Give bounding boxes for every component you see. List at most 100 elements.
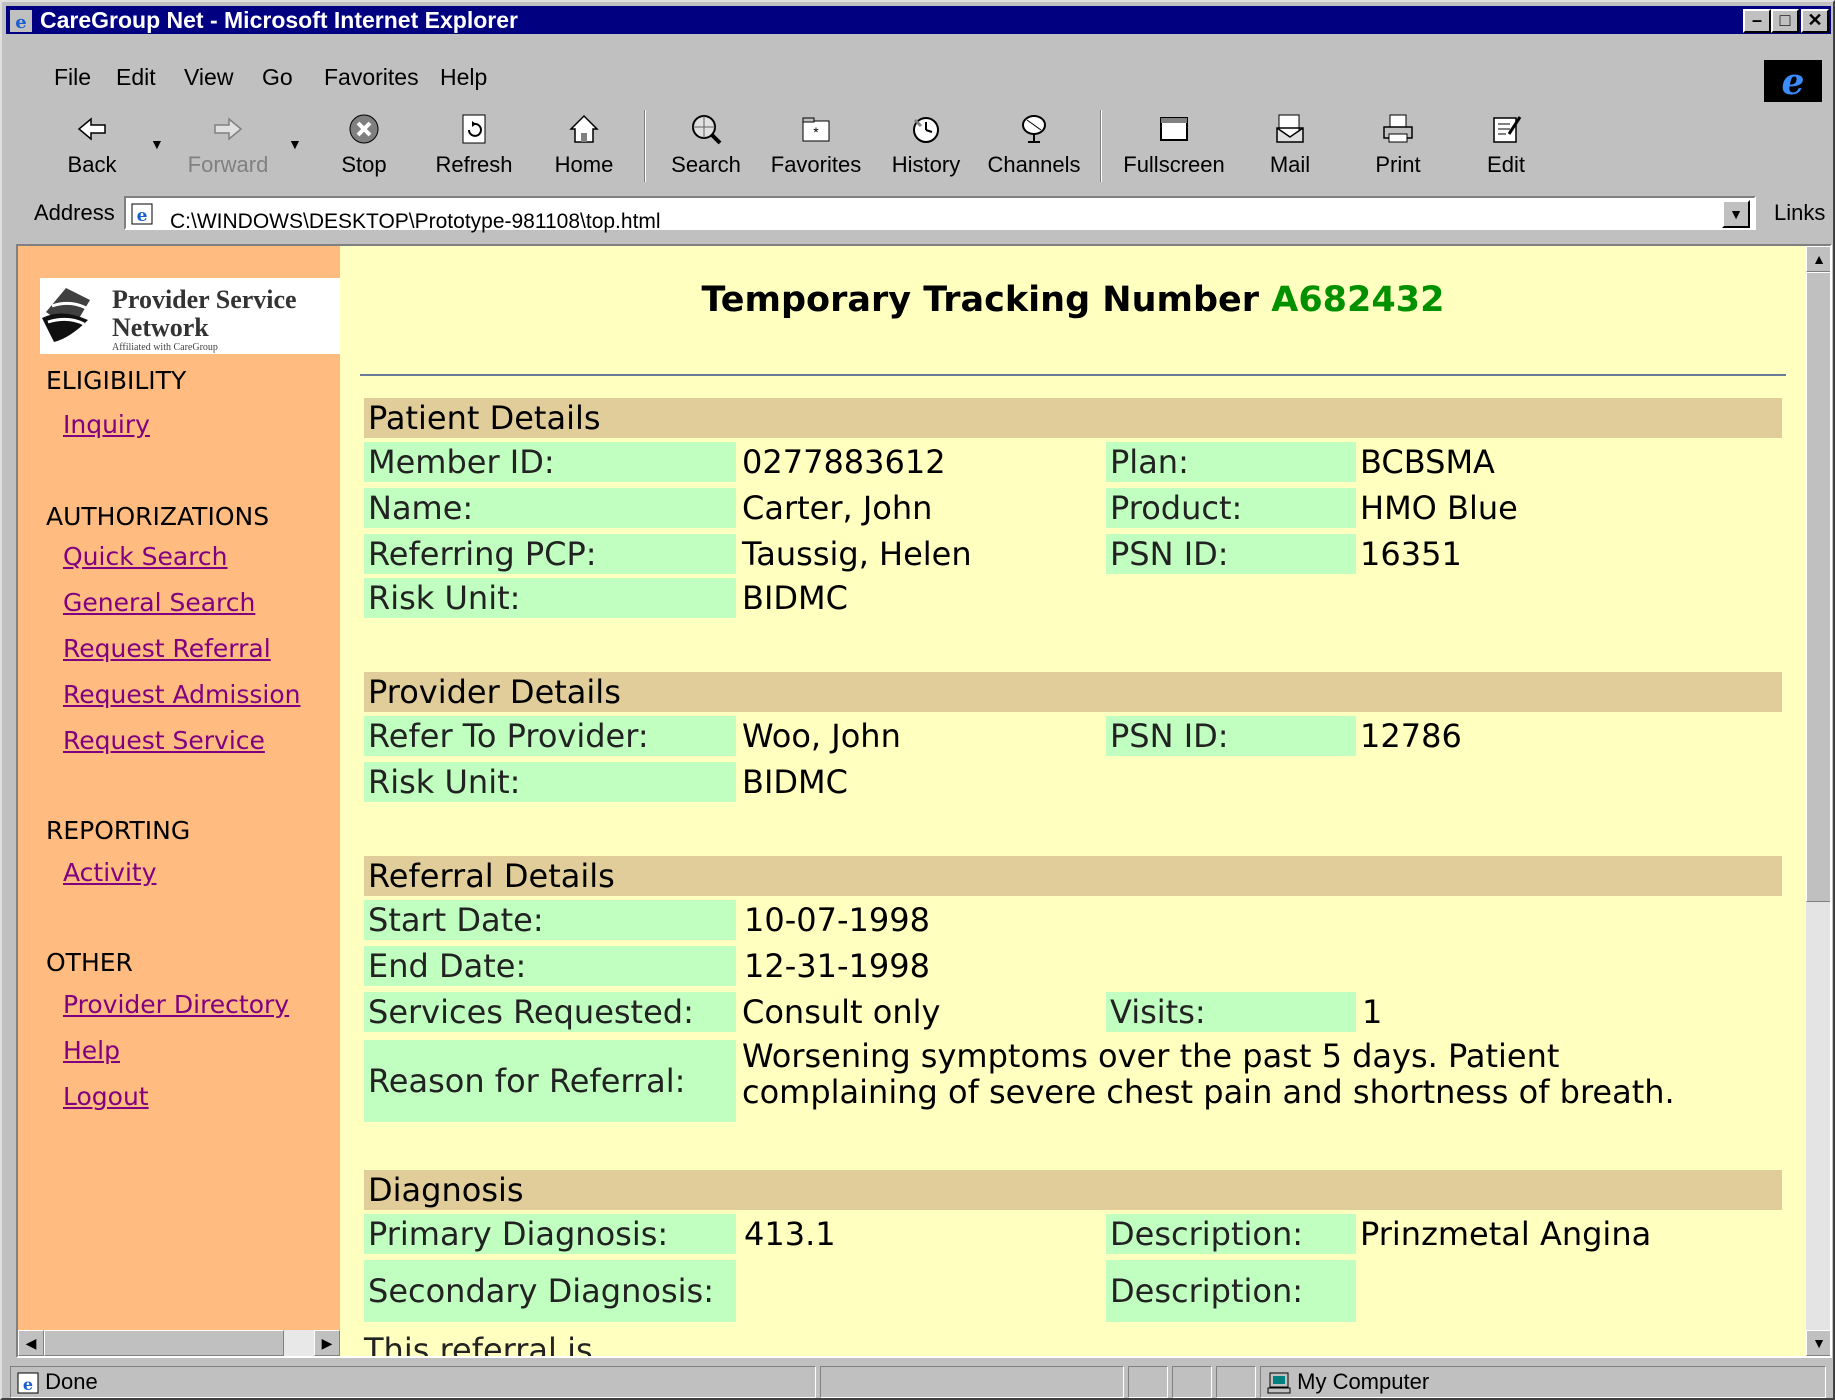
start-date-label: Start Date:	[364, 900, 736, 940]
stop-icon	[349, 114, 379, 144]
search-globe-icon	[692, 115, 722, 145]
address-value: C:\WINDOWS\DESKTOP\Prototype-981108\top.…	[170, 210, 661, 233]
back-dropdown-icon[interactable]: ▼	[150, 136, 164, 152]
nav-link-activity[interactable]: Activity	[63, 858, 157, 887]
maximize-button[interactable]: □	[1771, 9, 1799, 33]
logo-line1: Provider Service	[112, 285, 297, 314]
nav-link-request-referral[interactable]: Request Referral	[63, 634, 271, 663]
nav-scroll-thumb[interactable]	[44, 1330, 284, 1356]
status-progress-pane	[820, 1366, 1124, 1398]
divider	[360, 374, 1786, 376]
product-label: Product:	[1106, 488, 1356, 528]
forward-dropdown-icon[interactable]: ▼	[288, 136, 302, 152]
nav-link-logout[interactable]: Logout	[63, 1082, 149, 1111]
nav-frame: Provider Service Network Affiliated with…	[18, 246, 340, 1356]
back-arrow-icon	[77, 117, 106, 141]
name-value: Carter, John	[742, 489, 933, 527]
primary-diagnosis-value: 413.1	[744, 1215, 836, 1253]
services-requested-label: Services Requested:	[364, 992, 736, 1032]
menu-go[interactable]: Go	[262, 64, 293, 91]
search-button[interactable]: Search	[656, 106, 756, 186]
edit-button[interactable]: Edit	[1456, 106, 1556, 186]
primary-diagnosis-label: Primary Diagnosis:	[364, 1214, 736, 1254]
tracking-label: Temporary Tracking Number	[701, 280, 1260, 320]
refresh-button[interactable]: Refresh	[424, 106, 524, 186]
home-icon	[569, 114, 599, 143]
reason-line-1: Worsening symptoms over the past 5 days.…	[742, 1037, 1560, 1075]
nav-section-other: OTHER	[46, 948, 133, 977]
menu-edit[interactable]: Edit	[116, 64, 156, 91]
svg-text:e: e	[15, 12, 26, 32]
toolbar-separator	[644, 110, 646, 182]
refresh-icon	[462, 114, 486, 144]
edit-page-icon	[1493, 116, 1522, 143]
nav-link-request-admission[interactable]: Request Admission	[63, 680, 300, 709]
start-date-value: 10-07-1998	[744, 901, 930, 939]
minimize-icon: –	[1751, 10, 1762, 30]
tracking-number: A682432	[1271, 280, 1445, 320]
channels-label: Channels	[987, 152, 1081, 177]
vertical-scroll-thumb[interactable]	[1806, 272, 1830, 902]
end-date-value: 12-31-1998	[744, 947, 930, 985]
links-button[interactable]: Links	[1774, 200, 1825, 226]
provider-risk-unit-value: BIDMC	[742, 763, 848, 801]
back-button[interactable]: Back	[42, 106, 142, 186]
ie-app-icon: e	[10, 10, 32, 32]
channels-satellite-icon	[1022, 115, 1046, 143]
referral-footer-text: This referral is	[364, 1331, 593, 1356]
menu-view[interactable]: View	[184, 64, 233, 91]
nav-link-inquiry[interactable]: Inquiry	[63, 410, 150, 439]
history-label: History	[891, 152, 961, 177]
nav-link-general-search[interactable]: General Search	[63, 588, 255, 617]
title-bar[interactable]: e CareGroup Net - Microsoft Internet Exp…	[6, 6, 1831, 34]
nav-link-provider-directory[interactable]: Provider Directory	[63, 990, 289, 1019]
nav-section-authorizations: AUTHORIZATIONS	[46, 502, 270, 531]
fullscreen-label: Fullscreen	[1123, 152, 1225, 177]
nav-horizontal-scrollbar[interactable]: ◀ ▶	[18, 1330, 340, 1356]
close-button[interactable]: ✕	[1801, 9, 1829, 33]
nav-section-reporting: REPORTING	[46, 816, 191, 845]
menu-help[interactable]: Help	[440, 64, 487, 91]
maximize-icon: □	[1779, 10, 1791, 30]
fullscreen-button[interactable]: Fullscreen	[1114, 106, 1234, 186]
channels-button[interactable]: Channels	[984, 106, 1084, 186]
svg-text:e: e	[1782, 61, 1805, 101]
menu-file[interactable]: File	[54, 64, 91, 91]
mail-button[interactable]: Mail	[1240, 106, 1340, 186]
vertical-scrollbar[interactable]: ▲ ▼	[1806, 246, 1830, 1356]
description-label: Description:	[1106, 1214, 1356, 1254]
secondary-description-label: Description:	[1106, 1260, 1356, 1322]
nav-link-request-service[interactable]: Request Service	[63, 726, 265, 755]
print-button[interactable]: Print	[1348, 106, 1448, 186]
services-requested-value: Consult only	[742, 993, 941, 1031]
product-value: HMO Blue	[1360, 489, 1518, 527]
psn-id-value: 16351	[1360, 535, 1462, 573]
favorites-button[interactable]: * Favorites	[766, 106, 866, 186]
visits-label: Visits:	[1106, 992, 1356, 1032]
scroll-up-icon[interactable]: ▲	[1806, 246, 1830, 272]
diagnosis-header: Diagnosis	[364, 1170, 1782, 1210]
provider-details-header: Provider Details	[364, 672, 1782, 712]
scroll-left-icon[interactable]: ◀	[18, 1330, 44, 1356]
svg-text:e: e	[23, 1375, 33, 1394]
address-dropdown-icon[interactable]: ▼	[1722, 200, 1750, 228]
address-bar: Address e C:\WINDOWS\DESKTOP\Prototype-9…	[14, 192, 1830, 234]
minimize-button[interactable]: –	[1743, 9, 1771, 33]
nav-link-help[interactable]: Help	[63, 1036, 120, 1065]
provider-psn-id-label: PSN ID:	[1106, 716, 1356, 756]
psn-logo: Provider Service Network Affiliated with…	[40, 278, 340, 354]
scroll-right-icon[interactable]: ▶	[314, 1330, 340, 1356]
address-input[interactable]: e C:\WINDOWS\DESKTOP\Prototype-981108\to…	[124, 196, 1756, 233]
status-bar: e Done My Computer	[10, 1366, 1830, 1398]
home-button[interactable]: Home	[534, 106, 634, 186]
toolbar-separator	[1100, 110, 1102, 182]
menu-favorites[interactable]: Favorites	[324, 64, 419, 91]
scroll-down-icon[interactable]: ▼	[1806, 1330, 1830, 1356]
forward-button[interactable]: Forward	[178, 106, 278, 186]
tracking-heading: Temporary Tracking Number A682432	[340, 280, 1806, 320]
stop-button[interactable]: Stop	[314, 106, 414, 186]
name-label: Name:	[364, 488, 736, 528]
patient-details-header: Patient Details	[364, 398, 1782, 438]
nav-link-quick-search[interactable]: Quick Search	[63, 542, 228, 571]
history-button[interactable]: History	[876, 106, 976, 186]
